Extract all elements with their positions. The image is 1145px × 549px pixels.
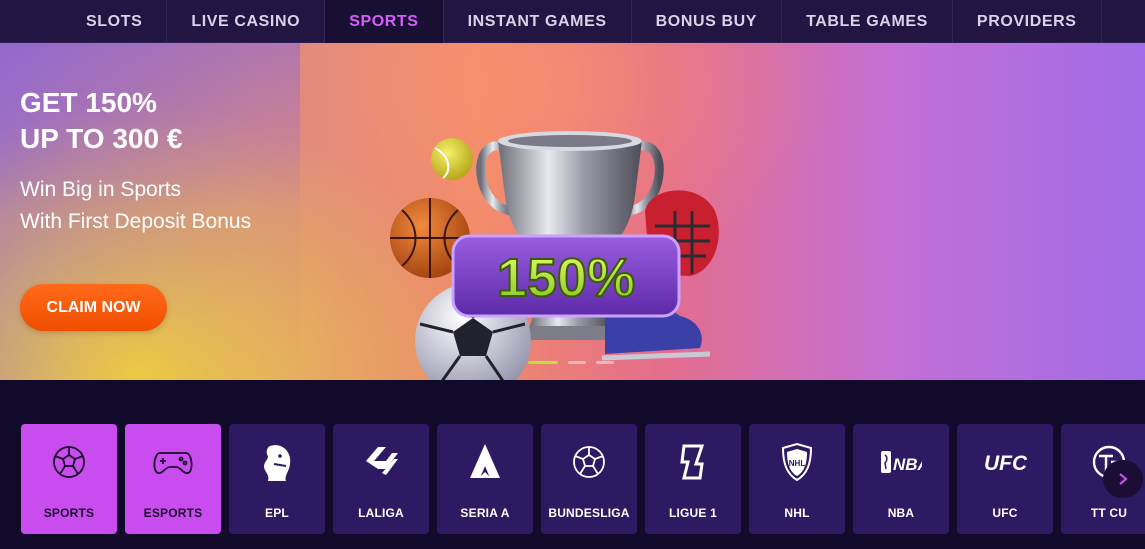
svg-text:NBA: NBA — [893, 455, 922, 474]
claim-now-button[interactable]: CLAIM NOW — [20, 284, 167, 331]
svg-text:NHL: NHL — [789, 459, 806, 468]
tab-table-games[interactable]: TABLE GAMES — [782, 0, 953, 43]
banner-title-line2: UP TO 300 € — [20, 123, 183, 154]
category-epl[interactable]: EPL — [229, 424, 325, 534]
soccer-ball-icon — [567, 440, 611, 484]
category-label: LIGUE 1 — [668, 506, 718, 520]
category-label: SPORTS — [43, 506, 95, 520]
category-next-button[interactable] — [1103, 460, 1143, 498]
ligue1-icon — [671, 440, 715, 484]
banner-subtitle: Win Big in Sports With First Deposit Bon… — [20, 174, 251, 238]
category-label: EPL — [265, 506, 289, 520]
top-nav: SLOTS LIVE CASINO SPORTS INSTANT GAMES B… — [0, 0, 1145, 43]
sports-category-strip: SPORTS ESPORTS EPL LALIGA SERIA A BUNDES… — [21, 424, 1145, 534]
svg-text:UFC: UFC — [984, 452, 1027, 475]
tab-sports[interactable]: SPORTS — [325, 0, 444, 43]
category-nba[interactable]: NBA NBA — [853, 424, 949, 534]
laliga-icon — [359, 440, 403, 484]
tab-slots[interactable]: SLOTS — [0, 0, 168, 43]
banner-title: GET 150% UP TO 300 € — [20, 85, 182, 157]
carousel-dot-1[interactable] — [528, 361, 558, 364]
promo-banner[interactable]: GET 150% UP TO 300 € Win Big in Sports W… — [0, 43, 1145, 380]
category-label: TT CU — [1090, 506, 1128, 520]
tab-live-casino[interactable]: LIVE CASINO — [167, 0, 326, 43]
badge-150-text: 150% — [497, 248, 635, 308]
category-label: BUNDESLIGA — [548, 506, 630, 520]
carousel-dot-3[interactable] — [596, 361, 614, 364]
category-esports[interactable]: ESPORTS — [125, 424, 221, 534]
category-ligue1[interactable]: LIGUE 1 — [645, 424, 741, 534]
category-laliga[interactable]: LALIGA — [333, 424, 429, 534]
gamepad-icon — [151, 440, 195, 484]
soccer-ball-icon — [47, 440, 91, 484]
nhl-shield-icon: NHL — [775, 440, 819, 484]
banner-title-line1: GET 150% — [20, 87, 157, 118]
category-label: UFC — [992, 506, 1018, 520]
sports-trophy-artwork: 150% — [390, 131, 719, 380]
chevron-right-icon — [1119, 473, 1128, 485]
tab-bonus-buy[interactable]: BONUS BUY — [632, 0, 783, 43]
epl-lion-icon — [255, 440, 299, 484]
nba-logo-icon: NBA — [879, 440, 923, 484]
category-label: NHL — [784, 506, 810, 520]
banner-subtitle-line1: Win Big in Sports — [20, 178, 182, 201]
tab-providers[interactable]: PROVIDERS — [953, 0, 1102, 43]
category-label: NBA — [887, 506, 915, 520]
category-label: SERIA A — [460, 506, 510, 520]
carousel-dot-2[interactable] — [568, 361, 586, 364]
ufc-logo-icon: UFC — [983, 440, 1027, 484]
category-bundesliga[interactable]: BUNDESLIGA — [541, 424, 637, 534]
carousel-dots — [528, 361, 614, 364]
category-nhl[interactable]: NHL NHL — [749, 424, 845, 534]
category-label: ESPORTS — [143, 506, 203, 520]
category-sports[interactable]: SPORTS — [21, 424, 117, 534]
category-label: LALIGA — [358, 506, 404, 520]
serie-a-icon — [463, 440, 507, 484]
category-ufc[interactable]: UFC UFC — [957, 424, 1053, 534]
tab-instant-games[interactable]: INSTANT GAMES — [444, 0, 632, 43]
category-serie-a[interactable]: SERIA A — [437, 424, 533, 534]
banner-subtitle-line2: With First Deposit Bonus — [20, 210, 252, 233]
